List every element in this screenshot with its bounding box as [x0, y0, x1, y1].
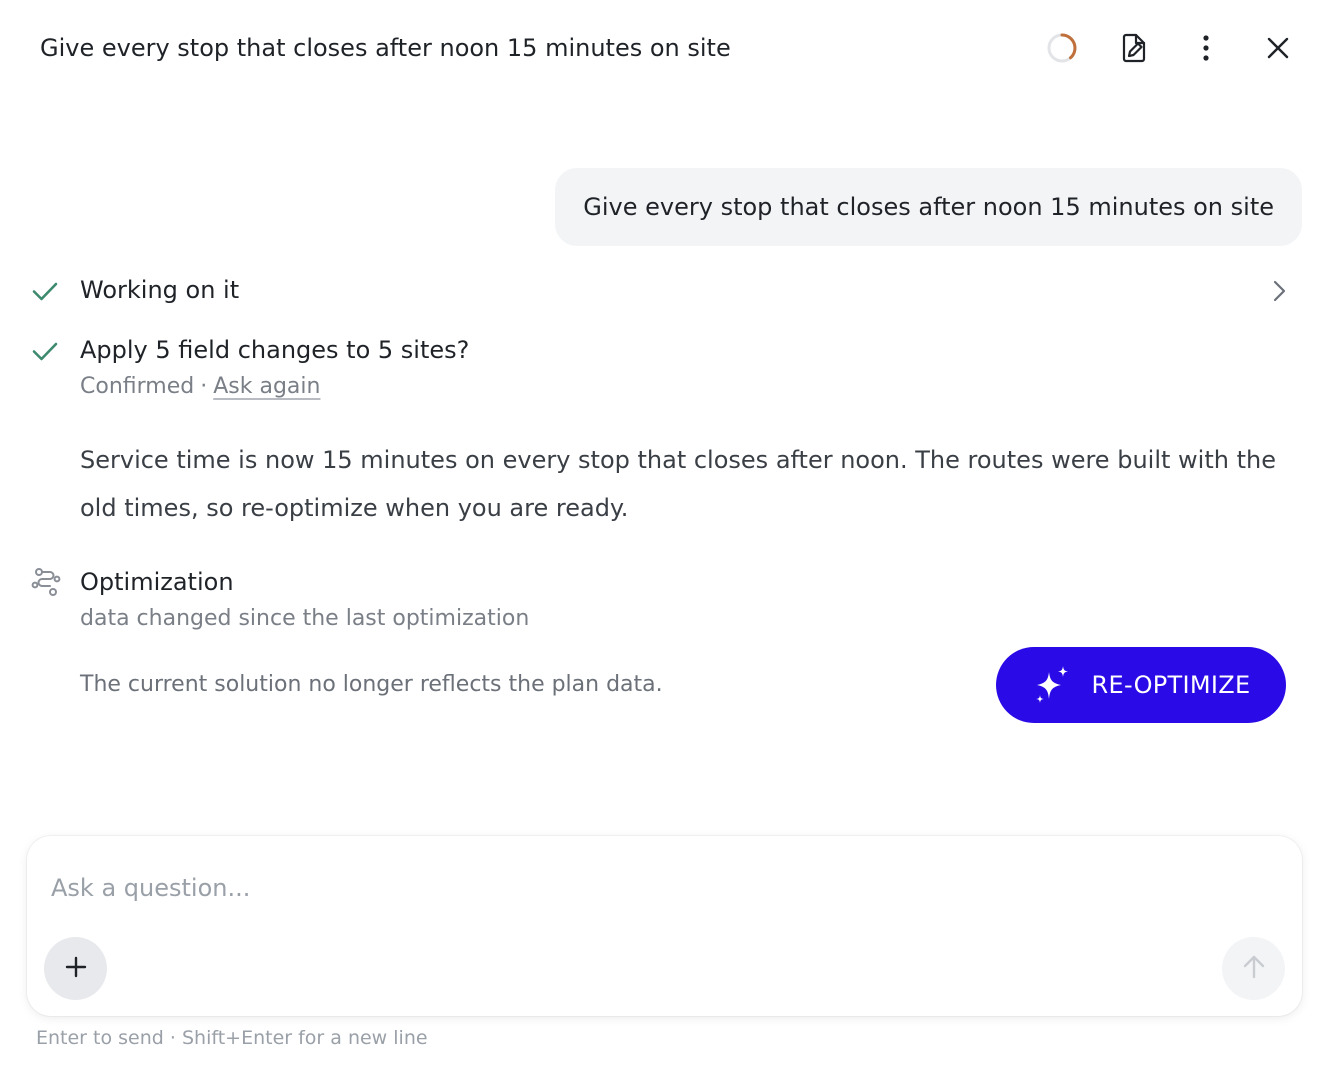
question-input[interactable] — [51, 866, 1151, 910]
arrow-up-icon — [1242, 954, 1266, 983]
confirmation-status: Confirmed · Ask again — [80, 370, 320, 404]
assistant-answer: Service time is now 15 minutes on every … — [80, 446, 1276, 522]
panel-header: Give every stop that closes after noon 1… — [0, 0, 1330, 96]
assistant-panel: Give every stop that closes after noon 1… — [0, 0, 1330, 1072]
optimization-description: The current solution no longer reflects … — [80, 672, 663, 697]
ask-again-link[interactable]: Ask again — [213, 374, 320, 399]
step-title: Apply 5 field changes to 5 sites? — [80, 336, 470, 364]
keyboard-hint: Enter to send · Shift+Enter for a new li… — [36, 1027, 428, 1049]
close-icon — [1266, 36, 1290, 60]
conversation-title: Give every stop that closes after noon 1… — [40, 34, 731, 62]
spinner-icon — [1040, 26, 1084, 70]
reoptimize-button[interactable]: RE-OPTIMIZE — [996, 647, 1286, 723]
user-message-bubble: Give every stop that closes after noon 1… — [555, 168, 1302, 246]
composer — [27, 836, 1302, 1016]
more-vertical-icon — [1202, 34, 1210, 62]
optimization-subtitle: data changed since the last optimization — [80, 606, 530, 631]
step-title: Working on it — [80, 276, 240, 304]
step-working-on-it[interactable]: Working on it — [30, 272, 1300, 312]
add-attachment-button[interactable] — [44, 937, 107, 1000]
chevron-right-icon[interactable] — [1266, 278, 1292, 304]
separator: · — [200, 374, 208, 399]
close-button[interactable] — [1256, 26, 1300, 70]
file-edit-button[interactable] — [1112, 26, 1156, 70]
check-icon — [30, 336, 60, 366]
plus-icon — [64, 955, 88, 982]
file-edit-icon — [1119, 32, 1149, 64]
check-icon — [30, 276, 60, 306]
optimization-title: Optimization — [80, 568, 234, 596]
send-button[interactable] — [1222, 937, 1285, 1000]
optimization-card: Optimization data changed since the last… — [30, 564, 1300, 734]
step-apply-changes: Apply 5 field changes to 5 sites? Confir… — [30, 332, 830, 412]
reoptimize-label: RE-OPTIMIZE — [1091, 671, 1251, 699]
sparkle-icon — [1032, 664, 1074, 706]
confirmed-label: Confirmed — [80, 374, 195, 399]
route-icon — [30, 566, 62, 598]
more-options-button[interactable] — [1184, 26, 1228, 70]
